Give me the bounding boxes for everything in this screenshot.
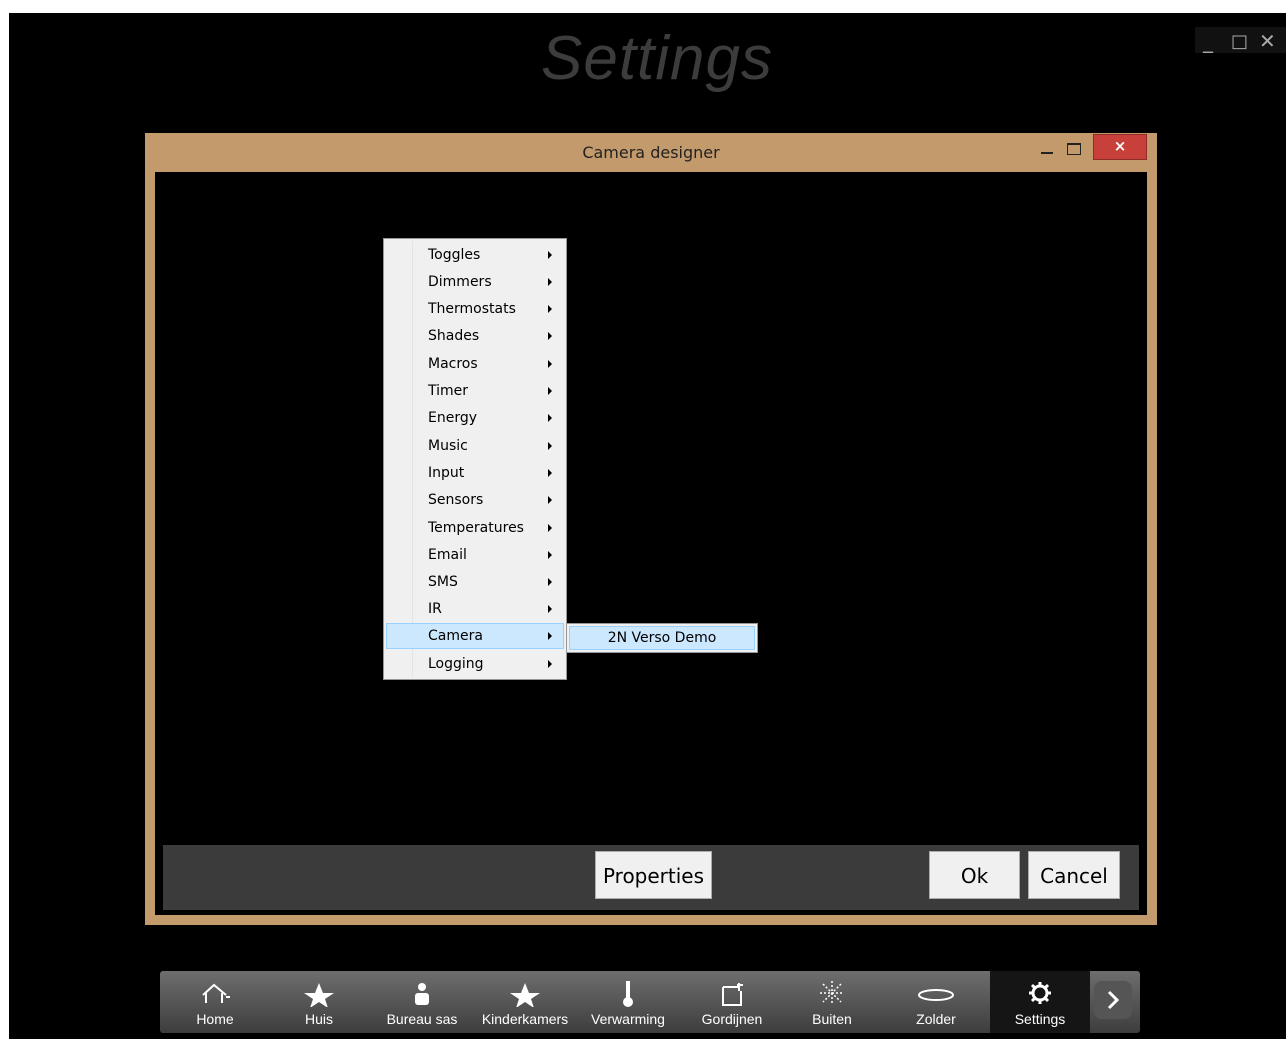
app-close-button[interactable]: ✕ [1259, 29, 1276, 53]
menu-item-sms[interactable]: SMS [386, 569, 564, 595]
page-title: Settings [540, 24, 774, 93]
menu-item-label: Logging [428, 656, 484, 672]
menu-item-label: IR [428, 601, 442, 617]
curtain-icon [722, 983, 743, 1006]
dialog-maximize-button[interactable] [1063, 137, 1085, 159]
ok-button[interactable]: Ok [929, 851, 1020, 899]
nav-item-label: Kinderkamers [481, 1011, 569, 1027]
submenu-arrow-icon [548, 632, 552, 640]
chevron-right-icon [1107, 990, 1120, 1010]
nav-item-settings[interactable]: Settings [990, 971, 1090, 1033]
menu-item-dimmers[interactable]: Dimmers [386, 269, 564, 295]
sun-icon [820, 981, 844, 1005]
app-window: Settings _ □ ✕ Camera designer × Toggles… [9, 13, 1286, 1039]
menu-item-energy[interactable]: Energy [386, 405, 564, 431]
nav-item-label: Settings [1014, 1011, 1066, 1027]
menu-item-toggles[interactable]: Toggles [386, 242, 564, 268]
menu-item-input[interactable]: Input [386, 460, 564, 486]
nav-item-label: Home [196, 1011, 234, 1027]
submenu-arrow-icon [548, 524, 552, 532]
app-maximize-button[interactable]: □ [1231, 31, 1248, 52]
thermometer-icon [623, 981, 633, 1007]
menu-item-label: Camera [428, 628, 483, 644]
menu-item-label: Toggles [428, 247, 481, 263]
dialog-minimize-button[interactable] [1037, 137, 1059, 159]
submenu-arrow-icon [548, 278, 552, 286]
submenu-arrow-icon [548, 551, 552, 559]
nav-item-label: Zolder [916, 1011, 956, 1027]
nav-item-kinderkamers[interactable]: Kinderkamers [476, 971, 574, 1033]
star-icon [510, 983, 540, 1007]
menu-item-shades[interactable]: Shades [386, 323, 564, 349]
nav-item-zolder[interactable]: Zolder [882, 971, 990, 1033]
ellipse-icon [918, 989, 954, 1001]
menu-item-label: Timer [428, 383, 469, 399]
submenu-arrow-icon [548, 251, 552, 259]
menu-item-label: Shades [428, 328, 480, 344]
app-window-controls: _ □ ✕ [1195, 27, 1286, 53]
nav-item-label: Verwarming [591, 1011, 665, 1027]
menu-item-label: Email [428, 547, 467, 563]
menu-item-thermostats[interactable]: Thermostats [386, 296, 564, 322]
menu-item-temperatures[interactable]: Temperatures [386, 515, 564, 541]
submenu-arrow-icon [548, 660, 552, 668]
context-menu: Toggles Dimmers Thermostats Shades Macro… [383, 238, 567, 680]
dialog-close-button[interactable]: × [1093, 134, 1147, 160]
nav-item-buiten[interactable]: Buiten [782, 971, 882, 1033]
nav-item-verwarming[interactable]: Verwarming [574, 971, 682, 1033]
bottom-navigation-bar: Home Huis Bureau sas Kinderkamers Verwar… [160, 971, 1140, 1033]
menu-item-ir[interactable]: IR [386, 596, 564, 622]
nav-item-label: Bureau sas [386, 1011, 458, 1027]
menu-item-label: Music [428, 438, 468, 454]
cancel-button[interactable]: Cancel [1028, 851, 1120, 899]
nav-item-label: Gordijnen [701, 1011, 763, 1027]
submenu-arrow-icon [548, 414, 552, 422]
menu-item-label: SMS [428, 574, 458, 590]
star-icon [304, 983, 334, 1007]
submenu-arrow-icon [548, 332, 552, 340]
properties-button[interactable]: Properties [595, 851, 712, 899]
submenu-arrow-icon [548, 360, 552, 368]
submenu-item-2n-verso-demo[interactable]: 2N Verso Demo [569, 626, 755, 650]
app-minimize-button[interactable]: _ [1203, 29, 1213, 53]
menu-item-camera[interactable]: Camera [386, 623, 564, 649]
camera-submenu: 2N Verso Demo [566, 623, 758, 653]
camera-designer-dialog: Camera designer × Toggles Dimmers Thermo… [145, 133, 1157, 925]
designer-canvas[interactable]: Toggles Dimmers Thermostats Shades Macro… [155, 172, 1147, 915]
submenu-arrow-icon [548, 305, 552, 313]
nav-item-gordijnen[interactable]: Gordijnen [682, 971, 782, 1033]
submenu-arrow-icon [548, 578, 552, 586]
menu-item-timer[interactable]: Timer [386, 378, 564, 404]
menu-item-label: Energy [428, 410, 478, 426]
person-icon [415, 983, 429, 1005]
next-page-button[interactable] [1094, 981, 1132, 1019]
dialog-footer: Properties Ok Cancel [163, 845, 1139, 910]
nav-item-huis[interactable]: Huis [270, 971, 368, 1033]
menu-item-label: Sensors [428, 492, 484, 508]
submenu-arrow-icon [548, 469, 552, 477]
menu-item-label: Macros [428, 356, 478, 372]
menu-item-sensors[interactable]: Sensors [386, 487, 564, 513]
nav-item-label: Buiten [812, 1011, 852, 1027]
submenu-arrow-icon [548, 387, 552, 395]
nav-item-home[interactable]: Home [160, 971, 270, 1033]
nav-item-label: Huis [304, 1011, 333, 1027]
dialog-title: Camera designer [582, 143, 720, 162]
menu-item-label: Input [428, 465, 465, 481]
house-icon [202, 983, 230, 1003]
submenu-arrow-icon [548, 605, 552, 613]
menu-item-logging[interactable]: Logging [386, 651, 564, 677]
submenu-arrow-icon [548, 442, 552, 450]
gear-icon [1029, 982, 1051, 1004]
menu-item-label: Temperatures [428, 520, 524, 536]
nav-item-bureau-sas[interactable]: Bureau sas [368, 971, 476, 1033]
menu-item-email[interactable]: Email [386, 542, 564, 568]
menu-item-label: Thermostats [428, 301, 516, 317]
submenu-arrow-icon [548, 496, 552, 504]
menu-item-music[interactable]: Music [386, 433, 564, 459]
menu-item-label: Dimmers [428, 274, 492, 290]
menu-item-macros[interactable]: Macros [386, 351, 564, 377]
